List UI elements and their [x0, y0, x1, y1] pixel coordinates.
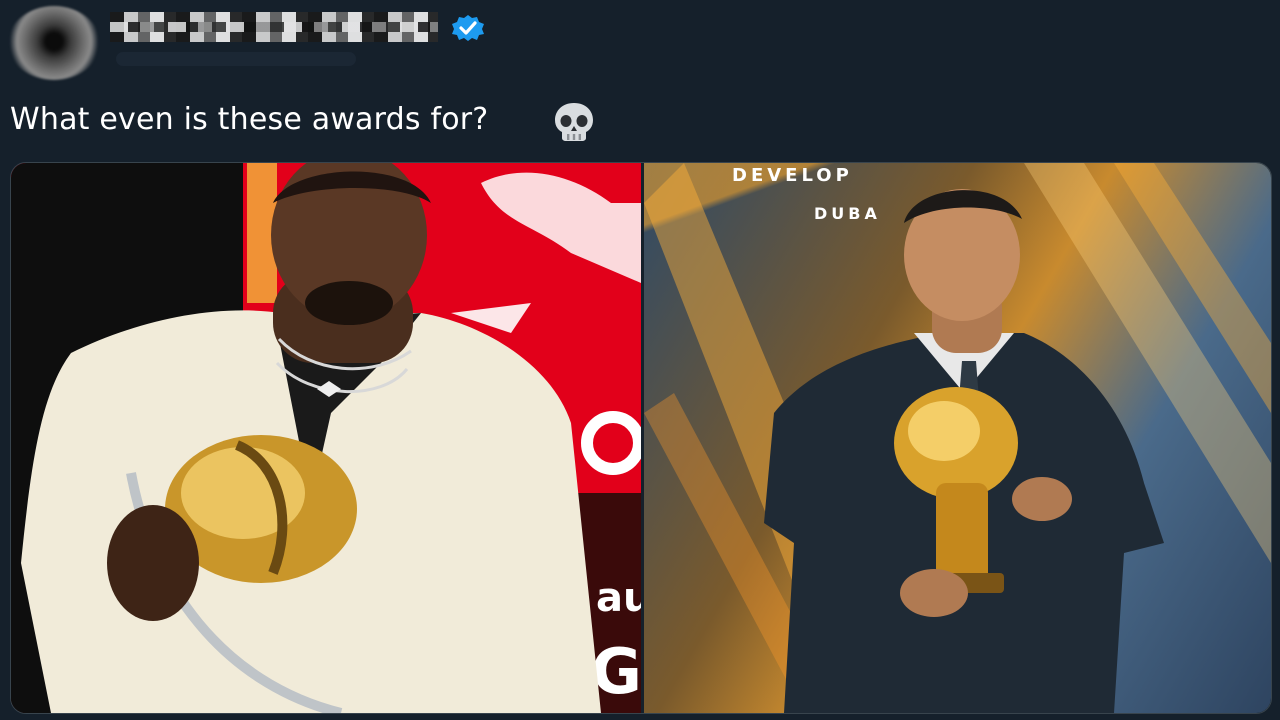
user-handle-redacted: [116, 52, 356, 66]
tweet-card[interactable]: What even is these awards for? au P G: [0, 0, 1280, 720]
photo-ronaldo-award[interactable]: DEVELOP DUBA: [644, 163, 1271, 713]
verified-badge-icon: [452, 15, 484, 41]
photo-pogba-award[interactable]: au P G: [11, 163, 651, 713]
tweet-text: What even is these awards for?: [10, 102, 489, 137]
tweet-media-grid[interactable]: au P G: [10, 162, 1272, 714]
photo-left-illustration: au P G: [21, 163, 651, 713]
skull-icon: [555, 103, 593, 141]
signage-text-au: au: [596, 575, 641, 621]
media-divider: [641, 163, 644, 713]
photo-right-illustration: DEVELOP DUBA: [644, 163, 1271, 713]
signage-text-duba: DUBA: [814, 204, 881, 223]
signage-text-develop: DEVELOP: [732, 165, 853, 186]
user-display-name-redacted[interactable]: [110, 12, 438, 42]
user-avatar[interactable]: [8, 6, 100, 80]
